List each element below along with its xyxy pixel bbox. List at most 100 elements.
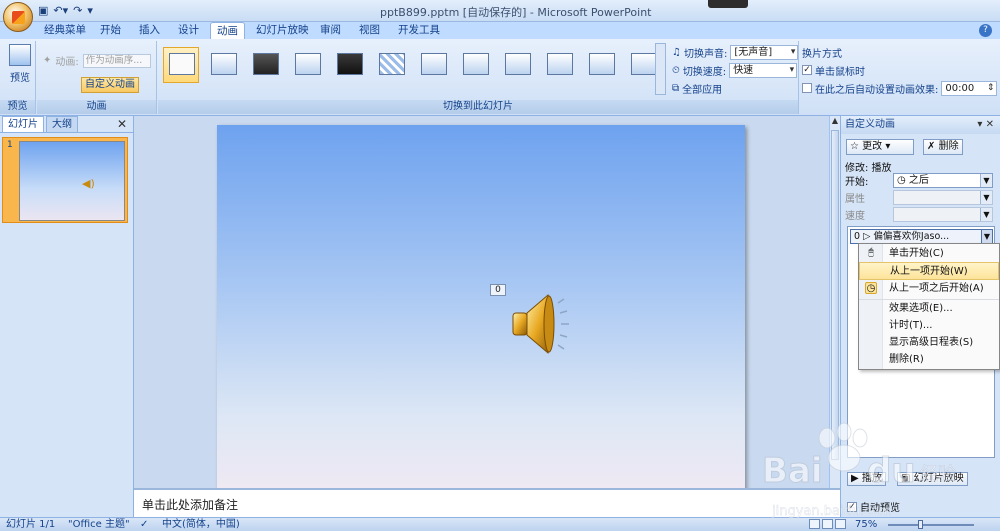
tab-slideshow[interactable]: 幻灯片放映 (250, 22, 315, 39)
transition-cut-black[interactable] (331, 47, 367, 83)
task-pane-header: 自定义动画 ▾ ✕ (841, 116, 1000, 134)
advance-title: 换片方式 (802, 48, 842, 60)
menu-item-label: 效果选项(E)... (889, 303, 953, 314)
theme-name: "Office 主题" (68, 519, 130, 530)
transition-settings: ♫ 切换声音: [无声音] ⏲ 切换速度: 快速 ⧉ 全部应用 (672, 43, 799, 97)
normal-view-icon[interactable] (809, 519, 820, 529)
custom-animation-button[interactable]: 自定义动画 (81, 77, 139, 93)
transition-group-label: 切换到此幻灯片 (158, 100, 798, 114)
ribbon-tabs: 经典菜单 开始 插入 设计 动画 幻灯片放映 审阅 视图 开发工具 (0, 22, 1000, 39)
delete-button-label: 删除 (938, 141, 959, 152)
customize-icon[interactable]: ▾ (87, 3, 93, 19)
transition-none[interactable] (163, 47, 199, 83)
scrollbar-thumb[interactable] (831, 130, 839, 460)
animation-list-item[interactable]: 0 ▷ 偏偏喜欢你Jaso... ▼ (850, 229, 993, 244)
tab-animation[interactable]: 动画 (210, 22, 245, 39)
tab-classic-menu[interactable]: 经典菜单 (38, 22, 92, 39)
chevron-down-icon: ▼ (980, 191, 992, 204)
spellcheck-icon[interactable]: ✓ (140, 518, 148, 531)
tab-outline[interactable]: 大纲 (46, 116, 78, 132)
window-controls[interactable] (708, 0, 748, 8)
sound-speaker-icon[interactable] (510, 289, 570, 359)
sound-dropdown[interactable]: [无声音] (730, 44, 799, 60)
preview-icon (9, 44, 31, 66)
preview-button[interactable]: 预览 (6, 44, 34, 84)
close-icon[interactable]: ▾ ✕ (977, 116, 994, 134)
menu-item-label: 显示高级日程表(S) (889, 337, 974, 348)
menu-item-advanced-timeline[interactable]: 显示高级日程表(S) (859, 334, 999, 352)
view-buttons (809, 519, 846, 529)
transition-fade-black[interactable] (247, 47, 283, 83)
slides-pane-tabs: 幻灯片 大纲 ✕ (0, 116, 133, 133)
apply-all-icon: ⧉ (672, 82, 680, 94)
menu-item-with-previous[interactable]: 从上一项开始(W) (859, 262, 999, 280)
save-icon[interactable]: ▣ (38, 3, 48, 19)
tab-home[interactable]: 开始 (94, 22, 127, 39)
start-value: 之后 (908, 175, 929, 186)
delete-button[interactable]: ✗ 删除 (923, 139, 963, 155)
animate-dropdown[interactable]: 作为动画序... (82, 53, 151, 68)
slide-edit-area: 0 (134, 116, 828, 490)
clock-icon: ◷ (865, 282, 877, 294)
redo-icon[interactable]: ↷ (73, 3, 82, 19)
start-dropdown[interactable]: ◷ 之后 ▼ (893, 173, 993, 188)
tab-slides[interactable]: 幻灯片 (2, 116, 44, 132)
change-button-label: 更改 (862, 141, 883, 152)
close-icon[interactable]: ✕ (117, 117, 127, 131)
preview-group: 预览 预览 (0, 41, 36, 114)
sorter-view-icon[interactable] (822, 519, 833, 529)
menu-item-timing[interactable]: 计时(T)... (859, 317, 999, 335)
auto-after-time[interactable]: 00:00 (941, 80, 998, 96)
slide-canvas[interactable]: 0 (217, 125, 745, 490)
on-click-label: 单击鼠标时 (815, 66, 865, 78)
menu-item-label: 计时(T)... (889, 320, 933, 331)
slide-thumbnail-selected[interactable]: 1 ◀) (2, 137, 128, 223)
svg-text:Bai: Bai (762, 451, 823, 491)
tab-review[interactable]: 审阅 (314, 22, 347, 39)
chevron-down-icon[interactable]: ▼ (981, 230, 992, 243)
transition-wipe-up[interactable] (541, 47, 577, 83)
help-icon[interactable]: ? (979, 24, 992, 37)
chevron-down-icon: ▼ (980, 174, 992, 187)
start-label: 开始: (845, 177, 869, 188)
language[interactable]: 中文(简体，中国) (162, 518, 240, 531)
tab-view[interactable]: 视图 (353, 22, 386, 39)
transition-fade[interactable] (205, 47, 241, 83)
on-click-checkbox[interactable]: ✓ (802, 65, 812, 75)
undo-icon[interactable]: ↶▾ (53, 3, 68, 19)
slide-thumbnail[interactable]: ◀) (19, 141, 125, 221)
notes-pane[interactable]: 单击此处添加备注 (134, 488, 840, 517)
tab-developer[interactable]: 开发工具 (392, 22, 446, 39)
zoom-slider-thumb[interactable] (918, 520, 923, 529)
tab-design[interactable]: 设计 (172, 22, 205, 39)
animate-icon: ✦ (43, 55, 52, 66)
speed-dropdown: ▼ (893, 207, 993, 222)
office-button[interactable] (3, 2, 33, 32)
tab-insert[interactable]: 插入 (133, 22, 166, 39)
transition-cut[interactable] (289, 47, 325, 83)
auto-after-checkbox[interactable] (802, 83, 812, 93)
transition-dissolve[interactable] (373, 47, 409, 83)
menu-item-on-click[interactable]: 🖰 单击开始(C) (859, 245, 999, 263)
gallery-scrollbar[interactable] (655, 43, 666, 95)
slideshow-view-icon[interactable] (835, 519, 846, 529)
animation-order-tag[interactable]: 0 (490, 284, 506, 296)
menu-item-after-previous[interactable]: ◷ 从上一项之后开始(A) (859, 280, 999, 298)
menu-item-effect-options[interactable]: 效果选项(E)... (859, 299, 999, 317)
baidu-watermark-logo: Bai du 经验 jingyan.baidu.com (762, 422, 956, 519)
change-button[interactable]: ☆ 更改 ▾ (846, 139, 914, 155)
apply-all-button[interactable]: ⧉ 全部应用 (672, 79, 798, 97)
clock-icon: ◷ (897, 175, 906, 186)
transition-wipe-left[interactable] (457, 47, 493, 83)
transition-wipe-down[interactable] (415, 47, 451, 83)
zoom-slider[interactable] (888, 524, 974, 526)
speed-label: 切换速度: (682, 66, 727, 78)
scroll-up-icon[interactable]: ▲ (830, 116, 840, 125)
apply-all-label: 全部应用 (682, 84, 723, 96)
transition-split[interactable] (583, 47, 619, 83)
speed-dropdown[interactable]: 快速 (729, 62, 798, 78)
menu-item-remove[interactable]: 删除(R) (859, 351, 999, 369)
transition-wipe-right[interactable] (499, 47, 535, 83)
slide-number: 1 (7, 140, 13, 150)
sound-row: ♫ 切换声音: [无声音] (672, 43, 799, 61)
